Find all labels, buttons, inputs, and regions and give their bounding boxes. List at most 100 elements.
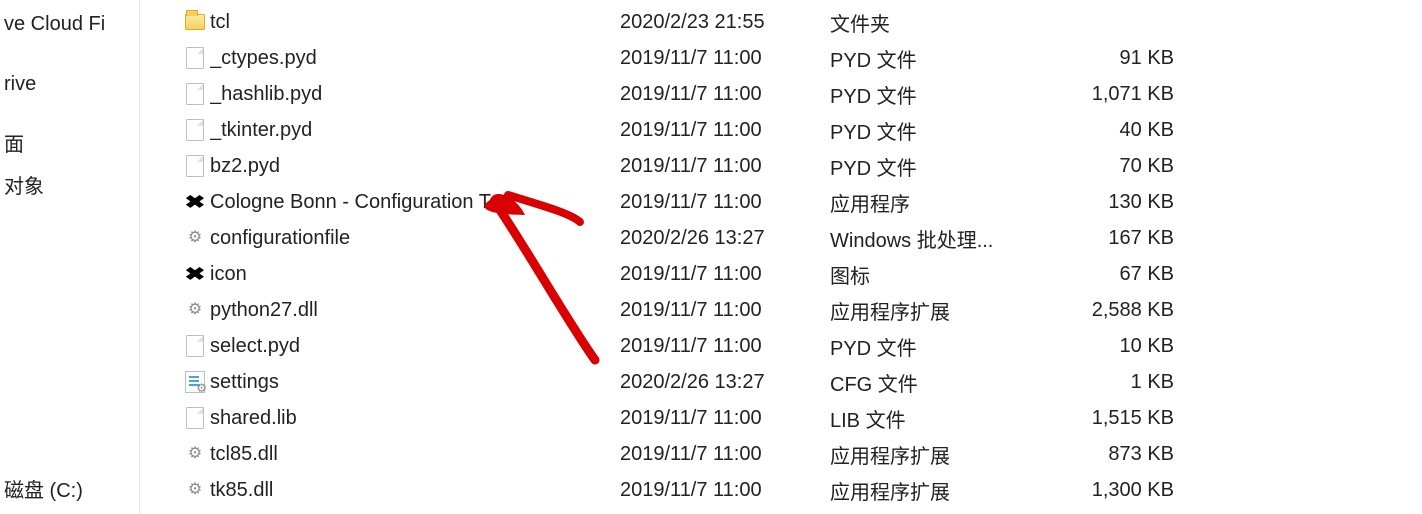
file-date: 2019/11/7 11:00 — [620, 443, 830, 466]
file-type: 文件夹 — [830, 8, 1050, 37]
file-size: 873 KB — [1050, 443, 1180, 466]
file-type: 图标 — [830, 260, 1050, 289]
file-row[interactable]: select.pyd2019/11/7 11:00PYD 文件10 KB — [180, 328, 1422, 364]
file-name[interactable]: select.pyd — [210, 335, 620, 358]
nav-item-cloud[interactable]: ve Cloud Fi — [0, 6, 139, 42]
file-type: PYD 文件 — [830, 332, 1050, 361]
application-icon — [184, 193, 206, 211]
file-name[interactable]: icon — [210, 263, 620, 286]
file-type: CFG 文件 — [830, 368, 1050, 397]
nav-item-label: 对象 — [4, 170, 44, 199]
file-row[interactable]: _tkinter.pyd2019/11/7 11:00PYD 文件40 KB — [180, 112, 1422, 148]
file-icon-cell — [180, 335, 210, 357]
file-icon-cell — [180, 480, 210, 500]
gear-icon — [185, 480, 205, 500]
file-date: 2019/11/7 11:00 — [620, 299, 830, 322]
file-type: 应用程序 — [830, 188, 1050, 217]
file-icon — [186, 155, 204, 177]
gear-icon — [185, 300, 205, 320]
file-name[interactable]: bz2.pyd — [210, 155, 620, 178]
file-icon-cell — [180, 119, 210, 141]
nav-item-drive[interactable]: rive — [0, 48, 139, 96]
file-icon — [186, 119, 204, 141]
file-size: 67 KB — [1050, 263, 1180, 286]
file-row[interactable]: _hashlib.pyd2019/11/7 11:00PYD 文件1,071 K… — [180, 76, 1422, 112]
file-name[interactable]: Cologne Bonn - Configuration Tool — [210, 191, 620, 214]
file-icon-cell — [180, 193, 210, 211]
file-date: 2020/2/26 13:27 — [620, 227, 830, 250]
file-type: PYD 文件 — [830, 116, 1050, 145]
file-type: 应用程序扩展 — [830, 476, 1050, 505]
file-row[interactable]: configurationfile2020/2/26 13:27Windows … — [180, 220, 1422, 256]
file-row[interactable]: shared.lib2019/11/7 11:00LIB 文件1,515 KB — [180, 400, 1422, 436]
file-size: 91 KB — [1050, 47, 1180, 70]
file-type: PYD 文件 — [830, 80, 1050, 109]
file-size: 10 KB — [1050, 335, 1180, 358]
nav-item-label: 面 — [4, 128, 24, 157]
file-date: 2019/11/7 11:00 — [620, 479, 830, 502]
file-icon-cell — [180, 407, 210, 429]
file-row[interactable]: Cologne Bonn - Configuration Tool2019/11… — [180, 184, 1422, 220]
file-icon-cell — [180, 155, 210, 177]
nav-item-label: rive — [4, 73, 36, 96]
file-type: PYD 文件 — [830, 44, 1050, 73]
file-size: 1,515 KB — [1050, 407, 1180, 430]
file-date: 2019/11/7 11:00 — [620, 155, 830, 178]
file-row[interactable]: tcl85.dll2019/11/7 11:00应用程序扩展873 KB — [180, 436, 1422, 472]
file-icon — [186, 83, 204, 105]
file-type: Windows 批处理... — [830, 224, 1050, 253]
file-icon-cell — [180, 228, 210, 248]
folder-icon — [185, 14, 205, 30]
file-size: 1 KB — [1050, 371, 1180, 394]
file-icon-cell — [180, 444, 210, 464]
file-size: 1,300 KB — [1050, 479, 1180, 502]
file-date: 2020/2/23 21:55 — [620, 11, 830, 34]
file-name[interactable]: _hashlib.pyd — [210, 83, 620, 106]
file-date: 2019/11/7 11:00 — [620, 119, 830, 142]
config-file-icon — [185, 371, 205, 393]
nav-item-disk-c[interactable]: 磁盘 (C:) — [0, 470, 139, 506]
file-name[interactable]: shared.lib — [210, 407, 620, 430]
file-icon-cell — [180, 265, 210, 283]
file-name[interactable]: _tkinter.pyd — [210, 119, 620, 142]
icon-file-icon — [184, 265, 206, 283]
nav-item-desktop[interactable]: 面 — [0, 124, 139, 160]
file-name[interactable]: configurationfile — [210, 227, 620, 250]
file-icon-cell — [180, 371, 210, 393]
file-icon — [186, 47, 204, 69]
file-date: 2019/11/7 11:00 — [620, 335, 830, 358]
file-name[interactable]: python27.dll — [210, 299, 620, 322]
file-name[interactable]: settings — [210, 371, 620, 394]
file-row[interactable]: tk85.dll2019/11/7 11:00应用程序扩展1,300 KB — [180, 472, 1422, 508]
file-date: 2019/11/7 11:00 — [620, 83, 830, 106]
file-icon-cell — [180, 83, 210, 105]
file-size: 167 KB — [1050, 227, 1180, 250]
file-icon-cell — [180, 300, 210, 320]
file-row[interactable]: icon2019/11/7 11:00图标67 KB — [180, 256, 1422, 292]
file-size: 1,071 KB — [1050, 83, 1180, 106]
file-row[interactable]: python27.dll2019/11/7 11:00应用程序扩展2,588 K… — [180, 292, 1422, 328]
file-icon — [186, 407, 204, 429]
nav-item-objects[interactable]: 对象 — [0, 166, 139, 202]
gear-icon — [185, 228, 205, 248]
file-name[interactable]: tcl — [210, 11, 620, 34]
file-row[interactable]: tcl2020/2/23 21:55文件夹 — [180, 4, 1422, 40]
file-type: 应用程序扩展 — [830, 440, 1050, 469]
file-icon-cell — [180, 47, 210, 69]
file-size: 40 KB — [1050, 119, 1180, 142]
file-name[interactable]: tcl85.dll — [210, 443, 620, 466]
file-name[interactable]: _ctypes.pyd — [210, 47, 620, 70]
nav-item-label: ve Cloud Fi — [4, 13, 105, 36]
file-row[interactable]: bz2.pyd2019/11/7 11:00PYD 文件70 KB — [180, 148, 1422, 184]
navigation-pane: ve Cloud Fi rive 面 对象 磁盘 (C:) — [0, 0, 140, 514]
file-date: 2019/11/7 11:00 — [620, 407, 830, 430]
file-icon — [186, 335, 204, 357]
file-type: 应用程序扩展 — [830, 296, 1050, 325]
file-row[interactable]: _ctypes.pyd2019/11/7 11:00PYD 文件91 KB — [180, 40, 1422, 76]
file-icon-cell — [180, 14, 210, 30]
file-name[interactable]: tk85.dll — [210, 479, 620, 502]
file-type: LIB 文件 — [830, 404, 1050, 433]
file-list-pane: tcl2020/2/23 21:55文件夹_ctypes.pyd2019/11/… — [140, 0, 1422, 514]
file-row[interactable]: settings2020/2/26 13:27CFG 文件1 KB — [180, 364, 1422, 400]
file-date: 2019/11/7 11:00 — [620, 263, 830, 286]
